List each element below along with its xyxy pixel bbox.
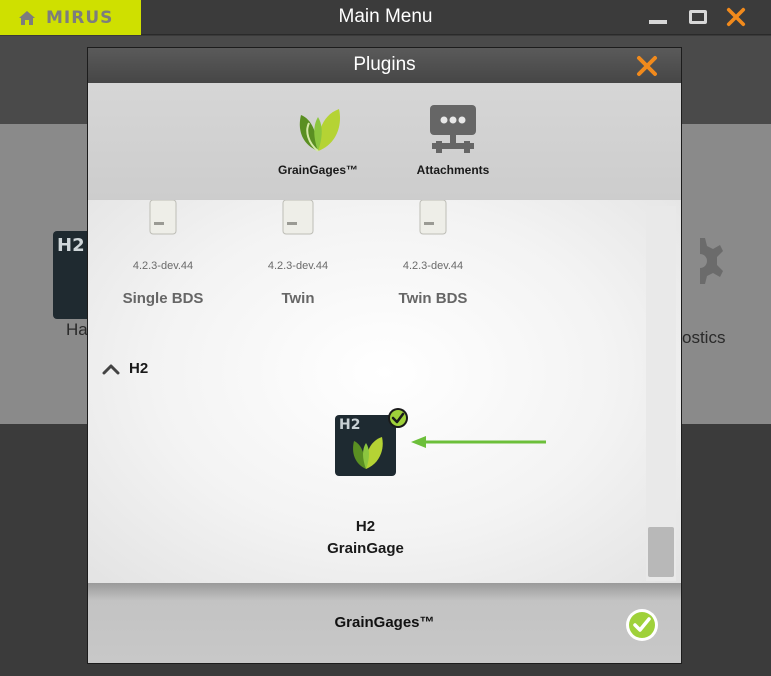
device-box-icon xyxy=(282,200,314,235)
device-version: 4.2.3-dev.44 xyxy=(402,260,464,272)
device-version: 4.2.3-dev.44 xyxy=(132,260,194,272)
footer-selected-plugin: GrainGages™ xyxy=(334,614,435,631)
graingages-leaf-icon xyxy=(299,109,341,152)
plugin-attachments[interactable]: Attachments xyxy=(403,101,503,177)
bg-h2-tile-text: H2 xyxy=(57,235,85,256)
attachments-network-icon xyxy=(430,105,476,153)
dialog-close-icon[interactable] xyxy=(636,55,658,77)
minimize-icon xyxy=(649,20,667,24)
selected-check-icon xyxy=(388,408,408,428)
minimize-button[interactable] xyxy=(646,6,670,28)
h2-name-line1: H2 xyxy=(355,518,376,535)
arrow-left-icon xyxy=(411,436,546,448)
main-titlebar: MIRUS Main Menu xyxy=(0,0,771,35)
confirm-check-icon[interactable] xyxy=(625,608,659,642)
section-h2-label: H2 xyxy=(129,360,149,377)
device-name: Twin xyxy=(281,290,315,307)
content-scrollbar[interactable] xyxy=(646,206,676,581)
close-icon xyxy=(726,7,746,27)
dialog-title: Plugins xyxy=(353,54,416,75)
dialog-titlebar: Plugins xyxy=(88,48,681,83)
device-name: Twin BDS xyxy=(398,290,468,307)
gear-icon[interactable] xyxy=(676,232,724,292)
plugins-dialog: Plugins GrainGages™ Attachments 4.2.3-de… xyxy=(87,47,682,664)
bg-menu-label-left: Ha xyxy=(66,320,88,339)
maximize-icon xyxy=(689,10,707,24)
dialog-footer: GrainGages™ xyxy=(88,583,681,663)
mirus-logo[interactable]: MIRUS xyxy=(0,0,141,35)
graingage-leaf-icon xyxy=(353,437,383,469)
device-box-icon xyxy=(149,200,177,235)
plugin-attachments-label: Attachments xyxy=(416,163,490,177)
scrollbar-thumb[interactable] xyxy=(648,527,674,577)
h2-name-line2: GrainGage xyxy=(327,540,404,557)
close-window-button[interactable] xyxy=(724,6,748,28)
device-box-icon xyxy=(419,200,447,235)
h2-graingage-name: H2 GrainGage xyxy=(288,516,443,560)
plugin-graingages-label: GrainGages™ xyxy=(277,163,359,177)
device-item[interactable]: 4.2.3-dev.44 Twin xyxy=(243,200,353,307)
device-item[interactable]: 4.2.3-dev.44 Twin BDS xyxy=(378,200,488,307)
logo-text: MIRUS xyxy=(46,7,114,28)
device-name: Single BDS xyxy=(122,290,204,307)
device-item[interactable]: 4.2.3-dev.44 Single BDS xyxy=(108,200,218,307)
plugin-content-list: 4.2.3-dev.44 Single BDS 4.2.3-dev.44 Twi… xyxy=(88,200,681,583)
bg-menu-label-right: ostics xyxy=(682,328,726,347)
section-h2-header[interactable]: H2 xyxy=(102,360,148,377)
maximize-button[interactable] xyxy=(686,6,710,28)
home-icon xyxy=(19,10,35,25)
device-version: 4.2.3-dev.44 xyxy=(267,260,329,272)
chevron-up-icon xyxy=(102,364,120,374)
plugin-graingages[interactable]: GrainGages™ xyxy=(268,101,368,177)
